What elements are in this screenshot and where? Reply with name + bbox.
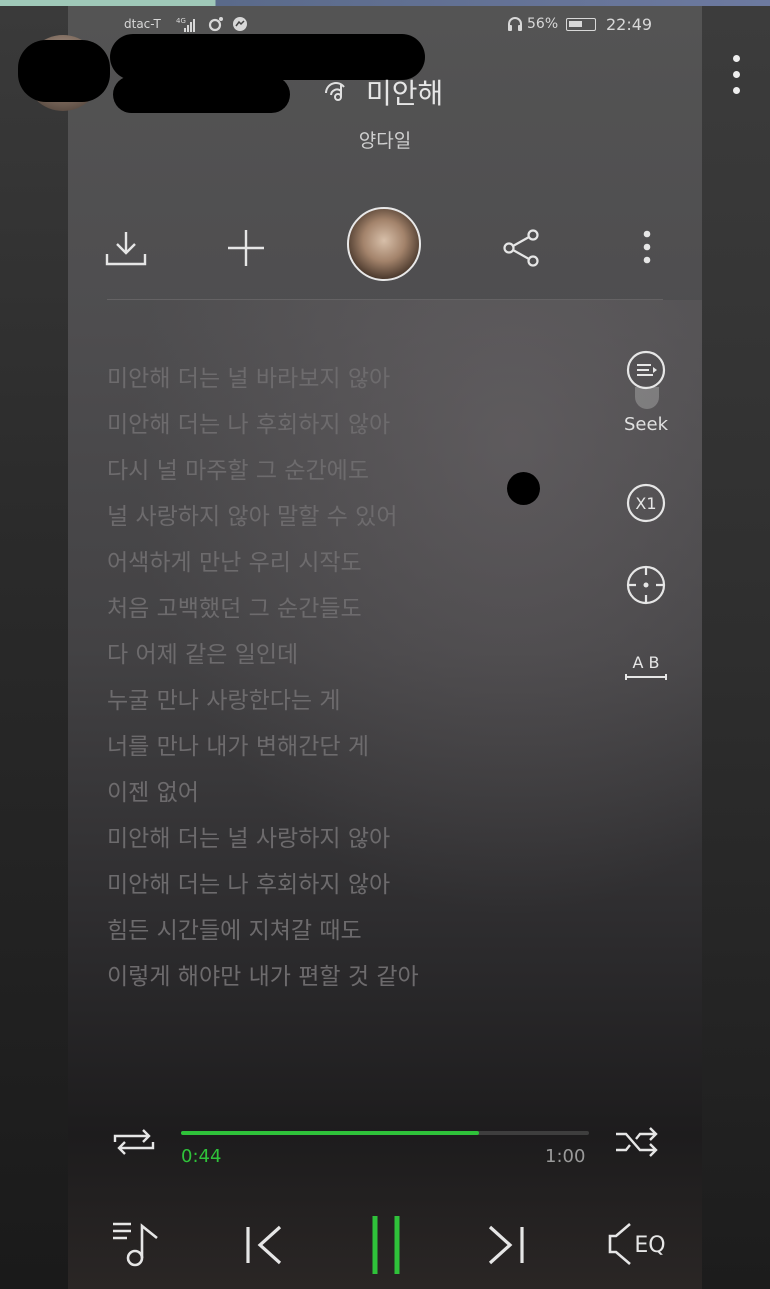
background-right	[702, 6, 770, 1289]
artist-name[interactable]: 양다일	[0, 126, 770, 153]
eq-label: EQ	[634, 1233, 665, 1258]
lyric-line[interactable]: 다 어제 같은 일인데	[107, 636, 527, 682]
lyric-line[interactable]: 어색하게 만난 우리 시작도	[107, 544, 527, 590]
network-type-label: 4G	[176, 17, 186, 25]
background-left	[0, 6, 68, 1289]
lyric-line[interactable]: 다시 널 마주할 그 순간에도	[107, 452, 527, 498]
speed-icon[interactable]: X1	[625, 482, 667, 528]
download-icon[interactable]	[104, 228, 148, 272]
lyric-line[interactable]: 힘든 시간들에 지쳐갈 때도	[107, 912, 527, 958]
total-time: 1:00	[545, 1146, 586, 1167]
battery-percent: 56%	[527, 16, 559, 32]
lyric-line[interactable]: 너를 만나 내가 변해간단 게	[107, 728, 527, 774]
ab-label: A B	[632, 653, 659, 672]
lyric-line[interactable]: 미안해 더는 널 바라보지 않아	[107, 360, 527, 406]
overflow-menu-button[interactable]	[729, 55, 743, 97]
next-icon[interactable]	[484, 1224, 526, 1270]
previous-icon[interactable]	[244, 1224, 286, 1270]
redaction-blob	[113, 76, 290, 113]
toolbar-divider	[107, 299, 663, 300]
lyric-line[interactable]: 널 사랑하지 않아 말할 수 있어	[107, 498, 527, 544]
carrier-label: dtac-T	[124, 17, 161, 31]
equalizer-icon[interactable]: EQ	[606, 1220, 670, 1272]
target-icon[interactable]	[625, 564, 667, 610]
progress-fill	[181, 1131, 479, 1135]
artist-photo[interactable]	[347, 207, 421, 281]
playlist-icon[interactable]	[111, 1220, 165, 1272]
lyrics-sync-icon[interactable]	[625, 349, 667, 395]
share-icon[interactable]	[502, 228, 540, 272]
clock: 22:49	[606, 15, 653, 34]
progress-bar[interactable]	[181, 1131, 589, 1135]
lyric-line[interactable]: 미안해 더는 나 후회하지 않아	[107, 866, 527, 912]
audio-quality-icon	[320, 75, 354, 109]
song-title-row: 미안해	[320, 72, 443, 112]
battery-icon	[566, 18, 596, 31]
repeat-icon[interactable]	[111, 1126, 157, 1162]
lyrics-panel[interactable]: 미안해 더는 널 바라보지 않아 미안해 더는 나 후회하지 않아 다시 널 마…	[107, 360, 527, 1004]
ab-repeat-icon[interactable]: A B	[623, 652, 669, 688]
song-title: 미안해	[366, 77, 444, 110]
lyric-line[interactable]: 처음 고백했던 그 순간들도	[107, 590, 527, 636]
lyric-line[interactable]: 누굴 만나 사랑한다는 게	[107, 682, 527, 728]
lyric-line[interactable]: 미안해 더는 나 후회하지 않아	[107, 406, 527, 452]
lyric-line[interactable]: 이렇게 해야만 내가 편할 것 같아	[107, 958, 527, 1004]
lyric-line[interactable]: 이젠 없어	[107, 774, 527, 820]
current-time: 0:44	[181, 1146, 222, 1167]
touch-indicator	[507, 472, 540, 505]
status-bar: dtac-T 4G 56% 22:49	[0, 14, 770, 36]
shuffle-icon[interactable]	[614, 1126, 660, 1162]
lyric-line[interactable]: 미안해 더는 널 사랑하지 않아	[107, 820, 527, 866]
pause-icon[interactable]	[370, 1214, 402, 1280]
more-icon[interactable]	[640, 228, 654, 272]
seek-label: Seek	[624, 414, 668, 435]
headphones-icon	[506, 15, 524, 37]
add-icon[interactable]	[226, 228, 266, 272]
redaction-blob	[18, 40, 110, 102]
speed-label: X1	[635, 494, 656, 513]
